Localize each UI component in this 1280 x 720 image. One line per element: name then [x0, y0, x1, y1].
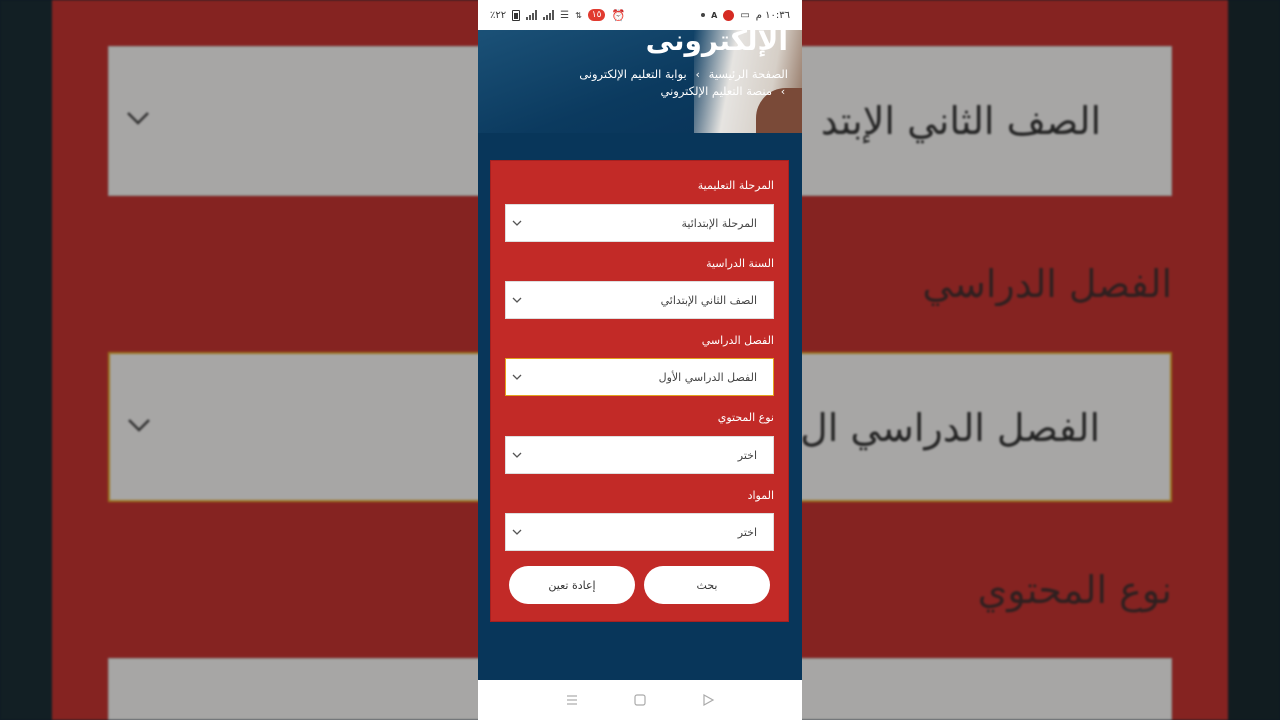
navigation-bar	[478, 680, 802, 720]
chevron-left-icon: ›	[780, 85, 786, 98]
phone-screen: ٪٢٢ ☰ ⇅ ١٥ ⏰ A ▭ ١٠:٣٦ م الإلكترونى الصف…	[478, 0, 802, 720]
home-icon[interactable]	[633, 693, 647, 707]
chevron-down-icon	[512, 452, 522, 458]
page-header: الإلكترونى الصفحة الرئيسية › بوابة التعل…	[478, 30, 802, 133]
reset-button[interactable]: إعادة تعين	[509, 566, 635, 604]
stage-label: المرحلة التعليمية	[697, 179, 774, 192]
recent-apps-icon[interactable]	[565, 693, 579, 707]
battery-icon	[512, 9, 521, 21]
chevron-down-icon	[512, 374, 522, 380]
data-arrows-icon: ⇅	[575, 10, 582, 20]
chevron-down-icon	[512, 297, 522, 303]
wifi-icon: ☰	[560, 9, 570, 21]
alarm-icon: ⏰	[611, 8, 626, 22]
stage-select-value: المرحلة الإبتدائية	[681, 216, 758, 230]
content-type-select[interactable]: اختر	[505, 436, 774, 474]
chevron-left-icon: ›	[695, 68, 700, 81]
signal-icon	[526, 10, 538, 20]
semester-label: الفصل الدراسي	[701, 334, 774, 347]
status-bar-left: ٪٢٢ ☰ ⇅ ١٥ ⏰	[490, 9, 625, 22]
subjects-select-value: اختر	[737, 525, 757, 539]
year-label: السنة الدراسية	[706, 257, 774, 270]
back-icon[interactable]	[701, 693, 715, 707]
semester-select-value: الفصل الدراسي الأول	[658, 370, 757, 384]
content-type-select-value: اختر	[737, 448, 757, 462]
semester-select[interactable]: الفصل الدراسي الأول	[505, 358, 774, 396]
notification-badge: ١٥	[587, 9, 606, 21]
screen-record-icon: ▭	[740, 9, 750, 21]
subjects-select[interactable]: اختر	[505, 513, 774, 551]
ai-icon: A	[711, 10, 718, 20]
notification-dot-icon	[701, 13, 706, 17]
status-bar: ٪٢٢ ☰ ⇅ ١٥ ⏰ A ▭ ١٠:٣٦ م	[478, 0, 802, 30]
app-notification-icon	[723, 9, 735, 21]
chevron-down-icon	[512, 529, 522, 535]
breadcrumb-portal-link[interactable]: بوابة التعليم الإلكترونى	[579, 66, 686, 83]
page-title: الإلكترونى	[645, 30, 788, 57]
status-bar-right: A ▭ ١٠:٣٦ م	[701, 9, 790, 21]
battery-percent: ٪٢٢	[490, 9, 507, 21]
breadcrumb-platform-link[interactable]: منصة التعليم الإلكتروني	[661, 83, 773, 100]
clock-time: ١٠:٣٦ م	[755, 9, 790, 21]
search-button[interactable]: بحث	[644, 566, 770, 604]
stage-select[interactable]: المرحلة الإبتدائية	[505, 204, 774, 242]
chevron-down-icon	[512, 220, 522, 226]
signal-icon	[543, 10, 555, 20]
breadcrumb: الصفحة الرئيسية › بوابة التعليم الإلكترو…	[579, 66, 788, 100]
content-type-label: نوع المحتوي	[717, 411, 774, 424]
subjects-label: المواد	[747, 489, 774, 502]
year-select[interactable]: الصف الثاني الإبتدائي	[505, 281, 774, 319]
search-form: المرحلة التعليمية المرحلة الإبتدائية الس…	[490, 160, 789, 622]
breadcrumb-home-link[interactable]: الصفحة الرئيسية	[709, 66, 788, 83]
breadcrumb-row: › منصة التعليم الإلكتروني	[579, 83, 788, 100]
year-select-value: الصف الثاني الإبتدائي	[660, 293, 757, 307]
breadcrumb-row: الصفحة الرئيسية › بوابة التعليم الإلكترو…	[579, 66, 788, 83]
